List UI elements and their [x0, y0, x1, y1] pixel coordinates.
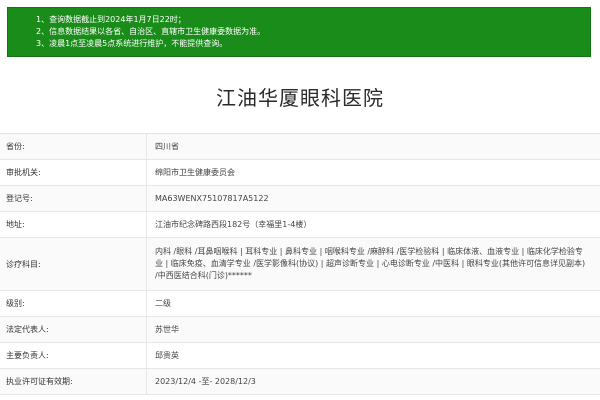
row-value: 二级 — [147, 291, 600, 316]
info-row-departments: 诊疗科目: 内科 /眼科 /耳鼻咽喉科 | 耳科专业 | 鼻科专业 | 咽喉科专… — [0, 238, 600, 291]
row-label: 审批机关: — [0, 160, 147, 185]
row-value: 邱贵英 — [147, 343, 600, 368]
row-label: 诊疗科目: — [0, 238, 147, 290]
row-label: 登记号: — [0, 186, 147, 211]
row-label: 级别: — [0, 291, 147, 316]
row-value: 2023/12/4 -至- 2028/12/3 — [147, 369, 600, 394]
row-value: MA63WENX75107817A5122 — [147, 186, 600, 211]
row-label: 省份: — [0, 134, 147, 159]
info-row-province: 省份: 四川省 — [0, 134, 600, 160]
notice-line: 1、查询数据截止到2024年1月7日22时； — [36, 15, 186, 24]
row-value: 内科 /眼科 /耳鼻咽喉科 | 耳科专业 | 鼻科专业 | 咽喉科专业 /麻醉科… — [147, 238, 600, 290]
notice-banner: 1、查询数据截止到2024年1月7日22时； 2、信息数据结果以各省、自治区、直… — [7, 7, 591, 57]
info-row-principal: 主要负责人: 邱贵英 — [0, 343, 600, 369]
notice-line: 2、信息数据结果以各省、自治区、直辖市卫生健康委数据为准。 — [36, 27, 266, 36]
hospital-name-title: 江油华厦眼科医院 — [216, 86, 384, 110]
row-label: 执业许可证有效期: — [0, 369, 147, 394]
row-value: 四川省 — [147, 134, 600, 159]
notice-line: 3、凌晨1点至凌晨5点系统进行维护，不能提供查询。 — [36, 39, 228, 48]
row-value: 苏世华 — [147, 317, 600, 342]
hospital-info-table: 省份: 四川省 审批机关: 绵阳市卫生健康委员会 登记号: MA63WENX75… — [0, 133, 600, 395]
row-value: 江油市纪念碑路西段182号（幸福里1-4楼） — [147, 212, 600, 237]
info-row-legal-representative: 法定代表人: 苏世华 — [0, 317, 600, 343]
info-row-license-validity: 执业许可证有效期: 2023/12/4 -至- 2028/12/3 — [0, 369, 600, 395]
info-row-approval-authority: 审批机关: 绵阳市卫生健康委员会 — [0, 160, 600, 186]
info-row-registration-number: 登记号: MA63WENX75107817A5122 — [0, 186, 600, 212]
info-row-address: 地址: 江油市纪念碑路西段182号（幸福里1-4楼） — [0, 212, 600, 238]
row-value: 绵阳市卫生健康委员会 — [147, 160, 600, 185]
row-label: 地址: — [0, 212, 147, 237]
row-label: 法定代表人: — [0, 317, 147, 342]
row-label: 主要负责人: — [0, 343, 147, 368]
info-row-level: 级别: 二级 — [0, 291, 600, 317]
